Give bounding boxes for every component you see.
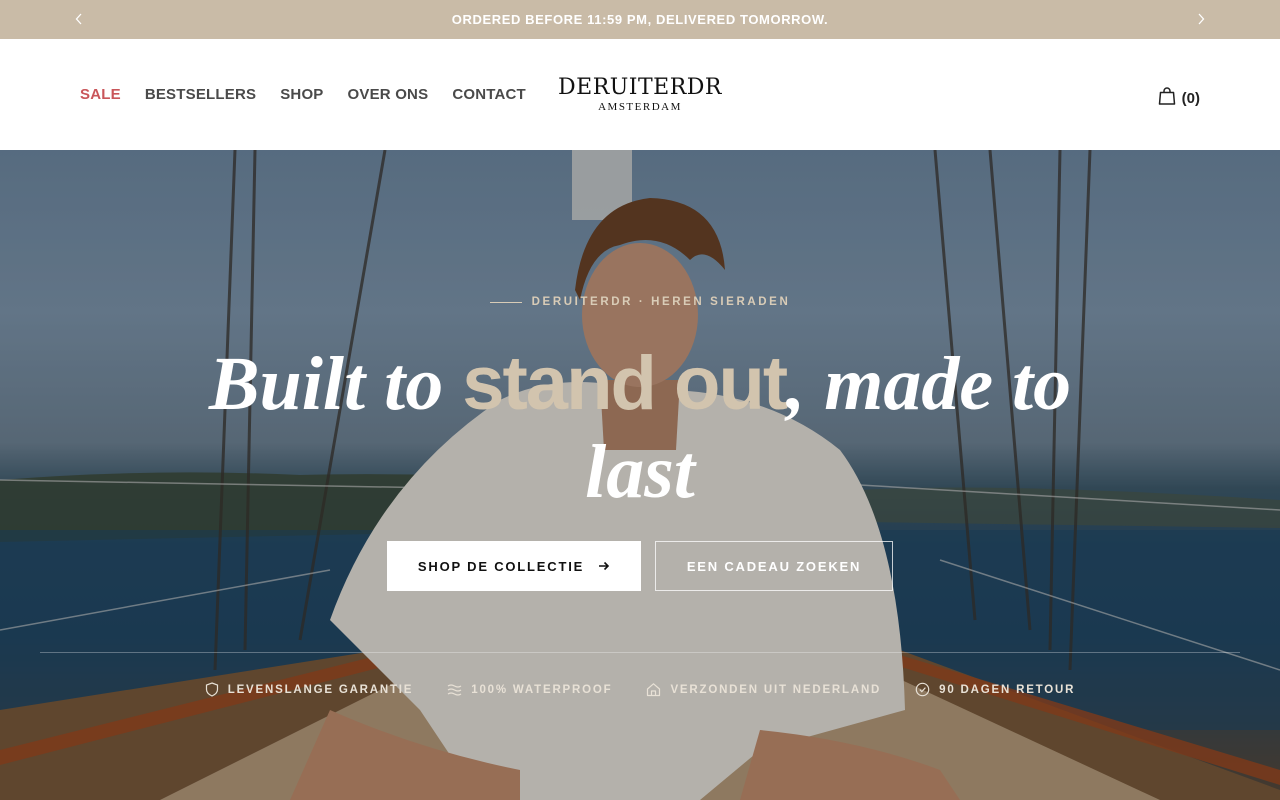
logo-subtitle: AMSTERDAM [598,101,682,113]
cart-button[interactable]: (0) [1157,86,1200,111]
find-gift-button[interactable]: EEN CADEAU ZOEKEN [655,541,893,591]
eyebrow-text: DERUITERDR · HEREN SIERADEN [531,296,791,308]
shield-icon [205,682,219,697]
hero-section: DERUITERDR · HEREN SIERADEN Built to sta… [0,150,1280,800]
chevron-right-icon[interactable] [1193,10,1209,28]
check-circle-icon [915,682,930,697]
usp-item: LEVENSLANGE GARANTIE [205,682,414,697]
announcement-text: ORDERED BEFORE 11:59 PM, DELIVERED TOMOR… [451,12,829,27]
usp-label: 90 DAGEN RETOUR [939,683,1076,696]
hero-headline: Built to stand out, made to last [190,340,1090,516]
hero-eyebrow: DERUITERDR · HEREN SIERADEN [0,296,1280,308]
cart-count: (0) [1181,90,1200,107]
find-gift-label: EEN CADEAU ZOEKEN [686,558,862,574]
headline-part-1: Built to [208,342,463,426]
nav-item-sale[interactable]: SALE [80,86,121,103]
main-nav: SALE BESTSELLERS SHOP OVER ONS CONTACT [80,86,550,103]
nav-item-over-ons[interactable]: OVER ONS [348,86,429,103]
logo-wordmark: DERUITERDR [558,75,722,100]
chevron-left-icon[interactable] [71,10,87,28]
arrow-right-icon [598,559,610,574]
usp-item: 90 DAGEN RETOUR [915,682,1075,697]
nav-item-contact[interactable]: CONTACT [452,86,526,103]
shop-collection-label: SHOP DE COLLECTIE [417,558,585,574]
usp-item: 100% WATERPROOF [447,682,612,697]
headline-accent: stand out [462,341,788,426]
usp-bar: LEVENSLANGE GARANTIE 100% WATERPROOF VER… [0,682,1280,697]
shopping-bag-icon [1157,86,1177,111]
usp-item: VERZONDEN UIT NEDERLAND [646,682,881,697]
usp-label: 100% WATERPROOF [471,683,613,696]
site-header: SALE BESTSELLERS SHOP OVER ONS CONTACT D… [0,39,1280,150]
nav-item-bestsellers[interactable]: BESTSELLERS [145,86,256,103]
eyebrow-divider [489,301,522,303]
hero-divider [40,652,1240,653]
site-logo[interactable]: DERUITERDR AMSTERDAM [554,75,726,113]
nav-item-shop[interactable]: SHOP [280,86,323,103]
usp-label: VERZONDEN UIT NEDERLAND [670,683,882,696]
shop-collection-button[interactable]: SHOP DE COLLECTIE [387,541,641,591]
usp-label: LEVENSLANGE GARANTIE [227,683,414,696]
home-icon [646,682,661,697]
waves-icon [447,683,462,697]
announcement-bar: ORDERED BEFORE 11:59 PM, DELIVERED TOMOR… [0,0,1280,39]
